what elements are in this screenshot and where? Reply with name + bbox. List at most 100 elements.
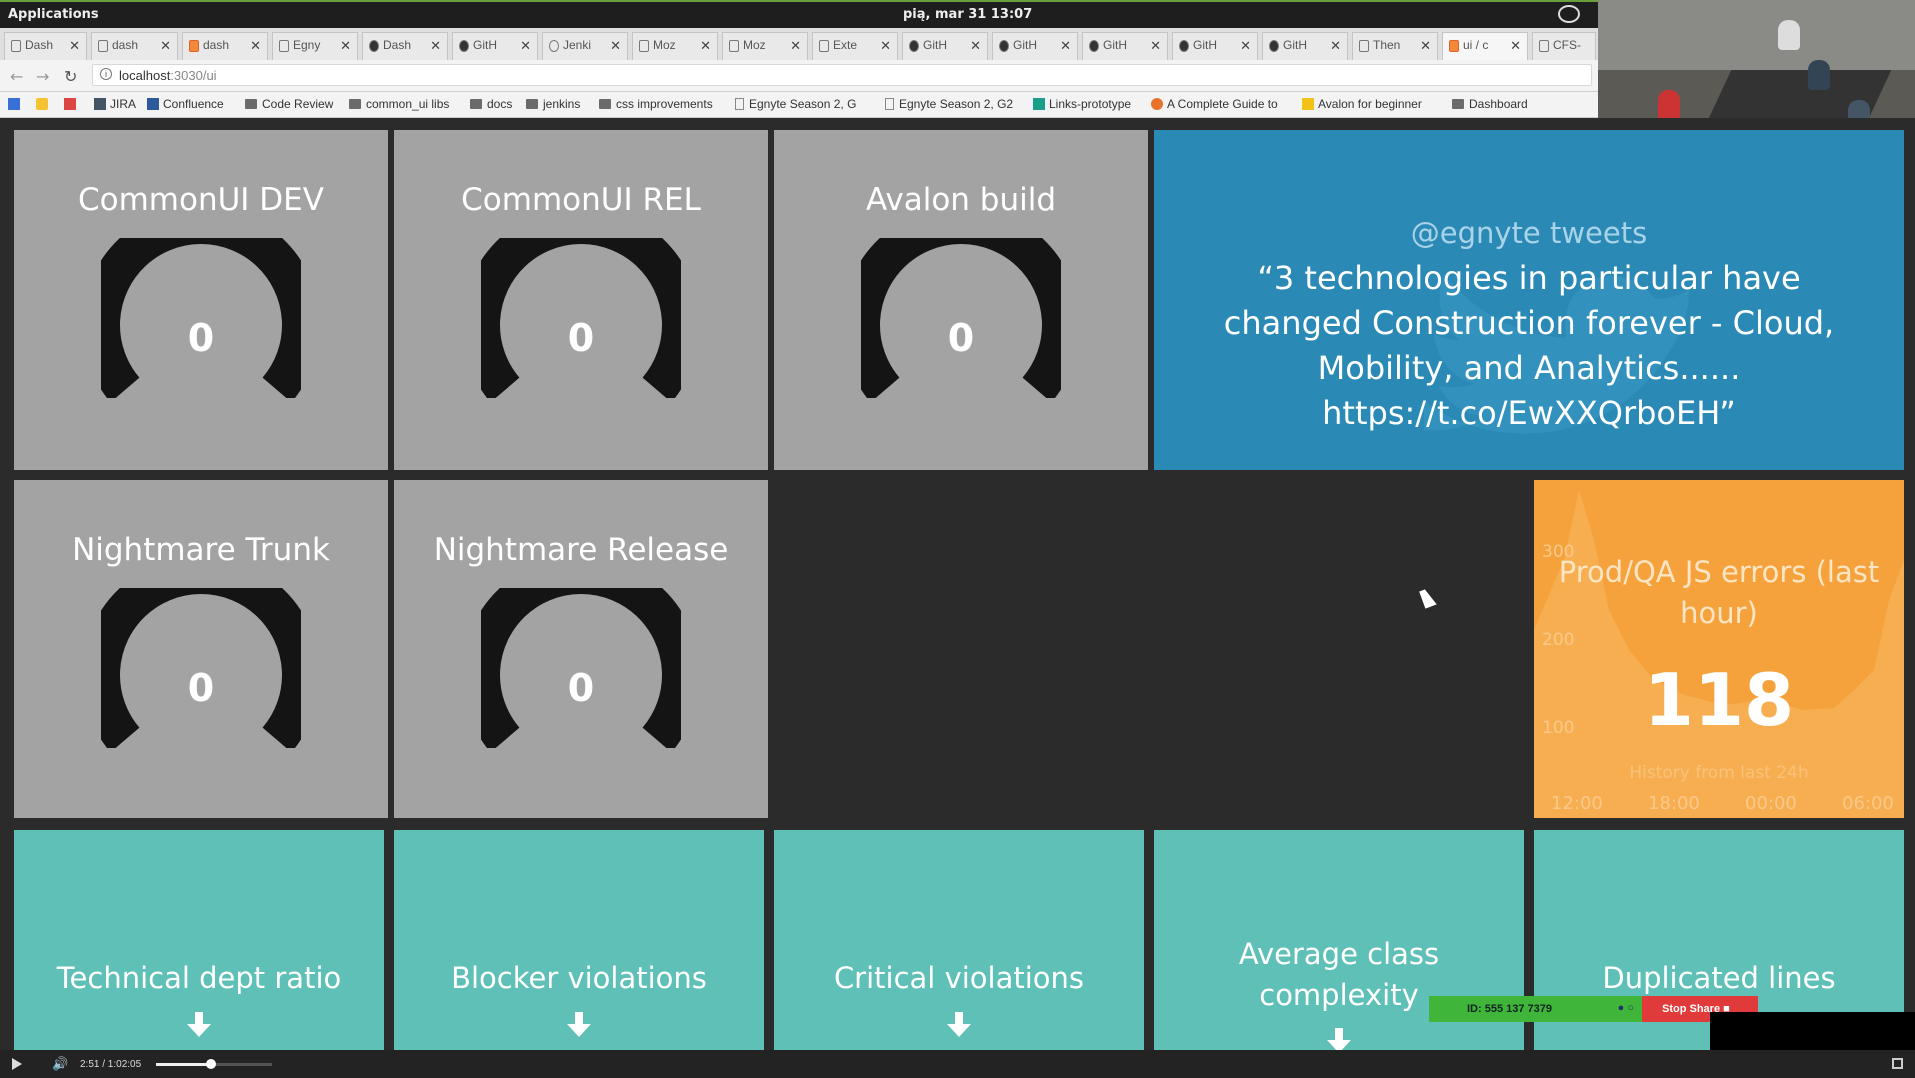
close-icon[interactable]: ✕ xyxy=(340,38,351,54)
close-icon[interactable]: ✕ xyxy=(1240,38,1251,54)
close-icon[interactable]: ✕ xyxy=(1510,38,1521,54)
browser-tab[interactable]: GitH ✕ xyxy=(992,32,1078,60)
play-icon[interactable] xyxy=(12,1058,22,1070)
close-icon[interactable]: ✕ xyxy=(790,38,801,54)
page-icon xyxy=(98,40,108,52)
browser-tab[interactable]: dash ✕ xyxy=(182,32,268,60)
bookmark-avalon-for-beginner[interactable]: Avalon for beginner xyxy=(1302,97,1438,111)
arrow-down-icon xyxy=(187,1012,211,1037)
close-icon[interactable]: ✕ xyxy=(69,38,80,54)
tweet-handle: @egnyte tweets xyxy=(1410,216,1648,250)
close-icon[interactable]: ✕ xyxy=(430,38,441,54)
bookmark-common-ui-libs[interactable]: common_ui libs xyxy=(349,97,449,111)
info-icon[interactable]: i xyxy=(100,68,112,80)
bookmark-egnyte-season-2[interactable]: Egnyte Season 2, G xyxy=(735,97,863,111)
seek-handle[interactable] xyxy=(206,1059,217,1069)
close-icon[interactable]: ✕ xyxy=(610,38,621,54)
browser-tab[interactable]: GitH ✕ xyxy=(452,32,538,60)
page-icon xyxy=(885,98,894,110)
clock[interactable]: pią, mar 31 13:07 xyxy=(903,7,1032,22)
close-icon[interactable]: ✕ xyxy=(160,38,171,54)
github-icon xyxy=(369,40,379,52)
bookmark-confluence[interactable]: Confluence xyxy=(147,97,224,111)
browser-tab[interactable]: Moz ✕ xyxy=(722,32,808,60)
gauge-value: 0 xyxy=(187,316,215,360)
widget-title: Technical dept ratio xyxy=(56,961,342,995)
drive-icon[interactable] xyxy=(36,97,52,111)
seek-bar[interactable] xyxy=(156,1059,272,1069)
bookmark-css-improvements[interactable]: css improvements xyxy=(599,97,713,111)
x-tick: 18:00 xyxy=(1648,793,1700,814)
bookmark-egnyte-season-2-g2[interactable]: Egnyte Season 2, G2 xyxy=(885,97,1017,111)
forward-icon[interactable]: → xyxy=(36,67,49,86)
gauge-widget: CommonUI DEV 0 xyxy=(14,130,388,470)
history-label: History from last 24h xyxy=(1629,763,1809,783)
gauge-widget: CommonUI REL 0 xyxy=(394,130,768,470)
bookmark-docs[interactable]: docs xyxy=(470,97,512,111)
browser-tab[interactable]: Moz ✕ xyxy=(632,32,718,60)
meeting-id[interactable]: ID: 555 137 7379 ● ○ xyxy=(1429,996,1642,1022)
bookmark-code-review[interactable]: Code Review xyxy=(245,97,333,111)
sonar-widget: Blocker violations xyxy=(394,830,764,1060)
volume-icon[interactable]: 🔊 xyxy=(52,1056,68,1072)
browser-tab[interactable]: Dash ✕ xyxy=(4,32,87,60)
applications-menu[interactable]: Applications xyxy=(8,7,99,22)
browser-tab[interactable]: CFS- xyxy=(1532,32,1596,60)
browser-tab[interactable]: GitH ✕ xyxy=(1082,32,1168,60)
browser-tab[interactable]: GitH ✕ xyxy=(1262,32,1348,60)
folder-icon xyxy=(470,99,482,109)
browser-tab[interactable]: Exte ✕ xyxy=(812,32,898,60)
close-icon[interactable]: ✕ xyxy=(520,38,531,54)
x-tick: 06:00 xyxy=(1842,793,1894,814)
bookmark-complete-guide[interactable]: A Complete Guide to xyxy=(1151,97,1289,111)
browser-tab[interactable]: GitH ✕ xyxy=(1172,32,1258,60)
close-icon[interactable]: ✕ xyxy=(1330,38,1341,54)
fullscreen-icon[interactable] xyxy=(1892,1058,1903,1069)
github-icon xyxy=(999,40,1009,52)
mic-icon[interactable]: ● ○ xyxy=(1618,1002,1634,1014)
arrow-down-icon xyxy=(567,1012,591,1037)
url-field[interactable]: i localhost:3030/ui xyxy=(92,64,1592,86)
bookmark-dashboard[interactable]: Dashboard xyxy=(1452,97,1528,111)
widget-title: Critical violations xyxy=(833,961,1085,995)
browser-tab[interactable]: Dash ✕ xyxy=(362,32,448,60)
bookmark-jira[interactable]: JIRA xyxy=(94,97,136,111)
widget-title: CommonUI REL xyxy=(461,182,701,218)
browser-tab[interactable]: dash ✕ xyxy=(91,32,178,60)
browser-tab-active[interactable]: ui / c ✕ xyxy=(1442,32,1528,60)
close-icon[interactable]: ✕ xyxy=(250,38,261,54)
gmail-icon[interactable] xyxy=(64,97,80,111)
sonar-widget: Average class complexity xyxy=(1154,830,1524,1060)
browser-tab[interactable]: Then ✕ xyxy=(1352,32,1438,60)
gauge-widget: Nightmare Trunk 0 xyxy=(14,480,388,818)
close-icon[interactable]: ✕ xyxy=(1420,38,1431,54)
calendar-icon[interactable] xyxy=(8,97,24,111)
errors-widget: 300 200 100 Prod/QA JS errors (last hour… xyxy=(1534,480,1904,818)
video-overlay-box xyxy=(1710,1012,1915,1050)
gauge: 0 xyxy=(462,556,700,753)
gauge-value: 0 xyxy=(187,666,215,710)
back-icon[interactable]: ← xyxy=(10,67,23,86)
browser-tab[interactable]: GitH ✕ xyxy=(902,32,988,60)
page-icon xyxy=(735,98,744,110)
close-icon[interactable]: ✕ xyxy=(700,38,711,54)
playback-time: 2:51 / 1:02:05 xyxy=(80,1059,142,1070)
errors-count: 118 xyxy=(1643,658,1795,742)
folder-icon xyxy=(599,99,611,109)
bookmark-links-prototype[interactable]: Links-prototype xyxy=(1033,97,1131,111)
reload-icon[interactable]: ↻ xyxy=(64,67,77,86)
address-bar: ← → ↻ i localhost:3030/ui xyxy=(0,60,1598,92)
close-icon[interactable]: ✕ xyxy=(1060,38,1071,54)
bookmark-jenkins[interactable]: jenkins xyxy=(526,97,580,111)
close-icon[interactable]: ✕ xyxy=(880,38,891,54)
github-icon xyxy=(1179,40,1189,52)
close-icon[interactable]: ✕ xyxy=(1150,38,1161,54)
gauge-widget: Nightmare Release 0 xyxy=(394,480,768,818)
folder-icon xyxy=(245,99,257,109)
chat-icon[interactable] xyxy=(1558,5,1580,23)
browser-tab[interactable]: Jenki ✕ xyxy=(542,32,628,60)
page-icon xyxy=(729,40,739,52)
browser-tab[interactable]: Egny ✕ xyxy=(272,32,358,60)
tweet-widget: @egnyte tweets “3 technologies in partic… xyxy=(1154,130,1904,470)
close-icon[interactable]: ✕ xyxy=(970,38,981,54)
